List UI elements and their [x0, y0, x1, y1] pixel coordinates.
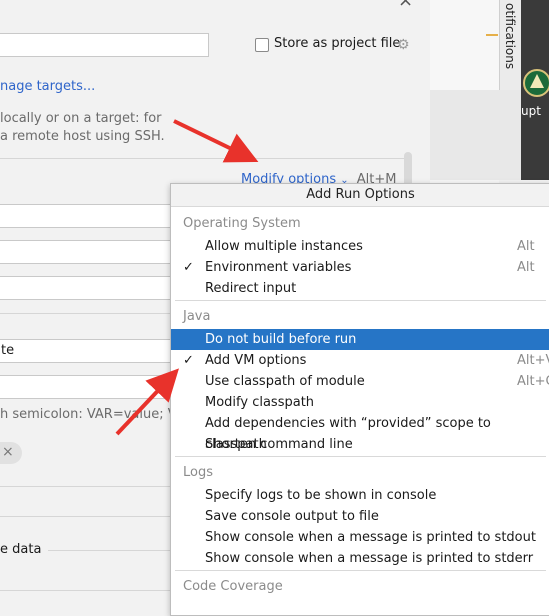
- arrow-to-modify-options: [173, 119, 259, 163]
- arrow-to-add-vm-options: [115, 368, 179, 436]
- annotation-arrows: [115, 119, 259, 436]
